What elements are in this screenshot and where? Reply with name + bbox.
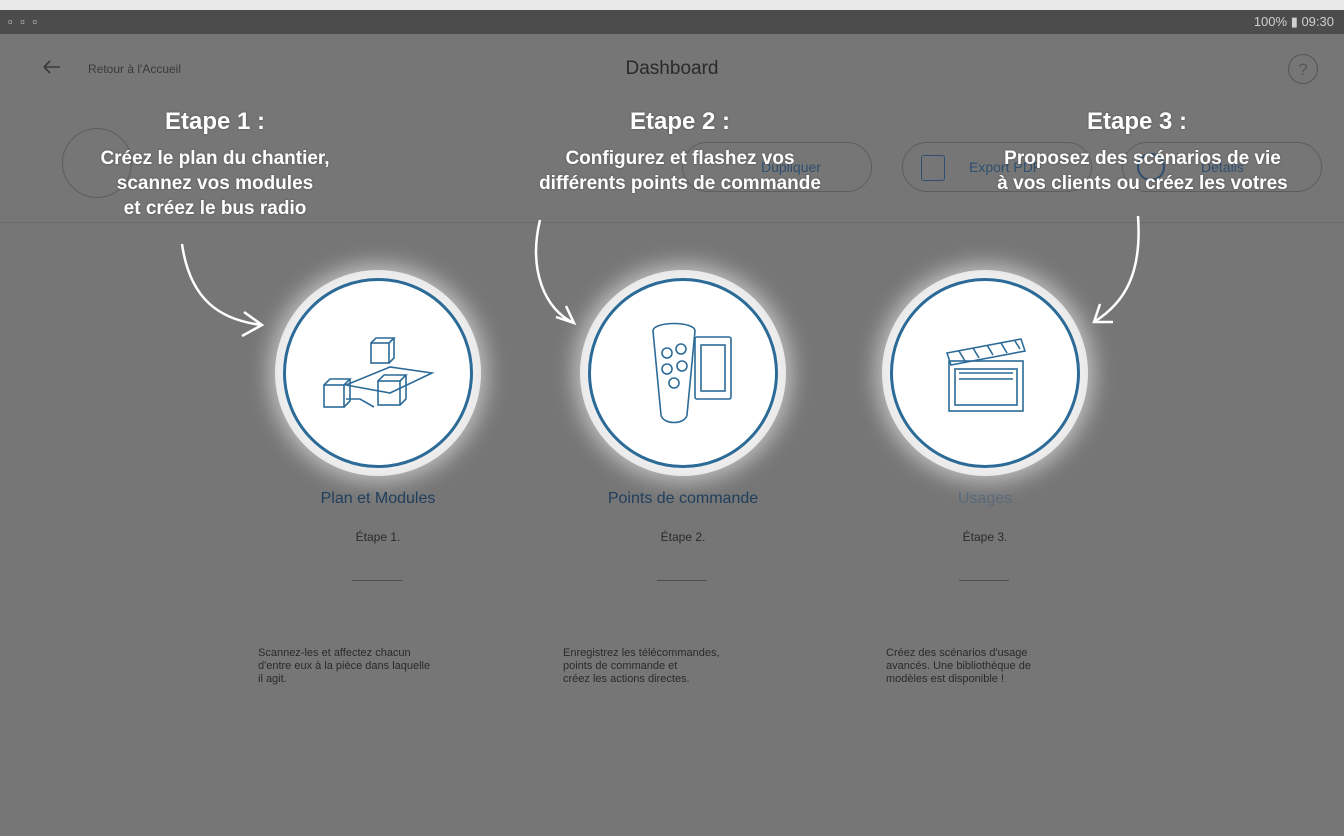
step2-number: Étape 2.	[660, 530, 706, 544]
step3-description: Créez des scénarios d'usage avancés. Une…	[886, 647, 1031, 685]
step1-number: Étape 1.	[355, 530, 401, 544]
step1-title: Plan et Modules	[320, 490, 436, 507]
modules-icon	[323, 337, 435, 408]
step3-divider	[959, 580, 1009, 581]
app-frame: ▫ ▫ ▫ 100% ▮ 09:30 Retour à l'Accueil Da…	[0, 10, 1344, 836]
step2-description: Enregistrez les télécommandes, points de…	[563, 647, 720, 685]
step3-number: Étape 3.	[962, 530, 1008, 544]
step2-title: Points de commande	[607, 490, 759, 507]
step2-card[interactable]	[588, 278, 778, 468]
step3-card[interactable]	[890, 278, 1080, 468]
remote-control-icon	[652, 322, 732, 424]
step3-title: Usages	[957, 490, 1013, 507]
clapperboard-icon	[945, 338, 1027, 412]
step1-card[interactable]	[283, 278, 473, 468]
step2-divider	[657, 580, 707, 581]
step1-description: Scannez-les et affectez chacun d'entre e…	[258, 647, 431, 685]
step1-divider	[352, 580, 402, 581]
